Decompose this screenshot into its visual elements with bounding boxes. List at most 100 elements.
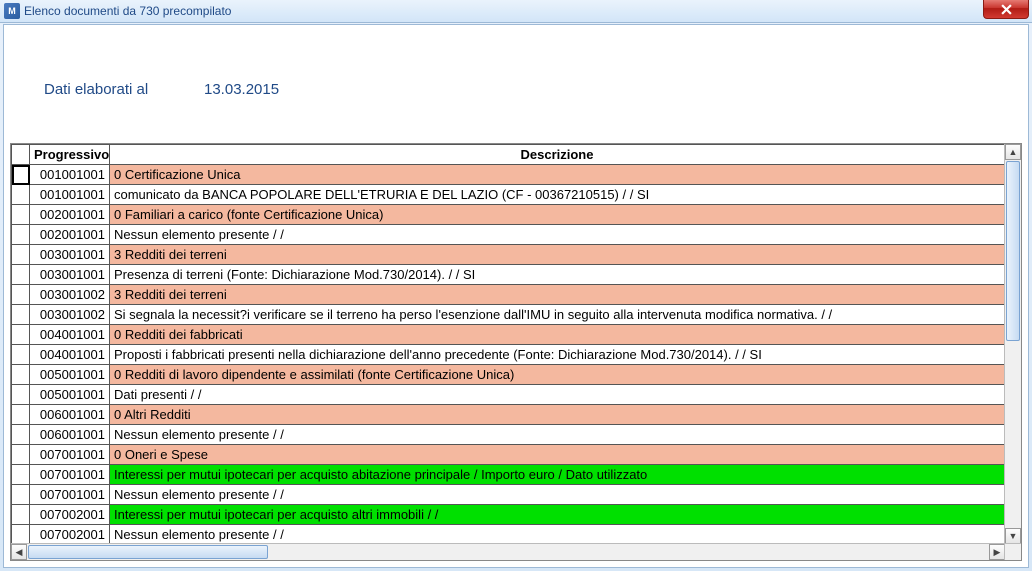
row-selector[interactable] bbox=[12, 245, 30, 265]
vertical-scrollbar[interactable]: ▲ ▼ bbox=[1004, 144, 1021, 544]
cell-progressivo[interactable]: 004001001 bbox=[30, 325, 110, 345]
scroll-right-button[interactable]: ▶ bbox=[989, 544, 1005, 560]
cell-progressivo[interactable]: 003001001 bbox=[30, 265, 110, 285]
row-selector[interactable] bbox=[12, 405, 30, 425]
cell-progressivo[interactable]: 007001001 bbox=[30, 445, 110, 465]
cell-progressivo[interactable]: 004001001 bbox=[30, 345, 110, 365]
data-grid[interactable]: Progressivo Descrizione 0010010010 Certi… bbox=[10, 143, 1022, 561]
cell-progressivo[interactable]: 007001001 bbox=[30, 485, 110, 505]
horizontal-scroll-thumb[interactable] bbox=[28, 545, 268, 559]
cell-descrizione[interactable]: comunicato da BANCA POPOLARE DELL'ETRURI… bbox=[110, 185, 1005, 205]
cell-progressivo[interactable]: 007001001 bbox=[30, 465, 110, 485]
row-selector[interactable] bbox=[12, 305, 30, 325]
cell-progressivo[interactable]: 005001001 bbox=[30, 385, 110, 405]
cell-progressivo[interactable]: 007002001 bbox=[30, 505, 110, 525]
cell-progressivo[interactable]: 002001001 bbox=[30, 225, 110, 245]
chevron-right-icon: ▶ bbox=[994, 548, 1001, 557]
table-row[interactable]: 0020010010 Familiari a carico (fonte Cer… bbox=[12, 205, 1005, 225]
cell-progressivo[interactable]: 003001001 bbox=[30, 245, 110, 265]
client-area: Dati elaborati al 13.03.2015 Progressivo… bbox=[3, 24, 1029, 568]
table-row[interactable]: 007001001Nessun elemento presente / / bbox=[12, 485, 1005, 505]
cell-descrizione[interactable]: 3 Redditi dei terreni bbox=[110, 245, 1005, 265]
table-row[interactable]: 0070010010 Oneri e Spese bbox=[12, 445, 1005, 465]
table-row[interactable]: 0040010010 Redditi dei fabbricati bbox=[12, 325, 1005, 345]
row-selector[interactable] bbox=[12, 485, 30, 505]
table-row[interactable]: 004001001Proposti i fabbricati presenti … bbox=[12, 345, 1005, 365]
cell-descrizione[interactable]: Nessun elemento presente / / bbox=[110, 485, 1005, 505]
cell-descrizione[interactable]: Nessun elemento presente / / bbox=[110, 425, 1005, 445]
table-row[interactable]: 0050010010 Redditi di lavoro dipendente … bbox=[12, 365, 1005, 385]
vertical-scroll-thumb[interactable] bbox=[1006, 161, 1020, 341]
scroll-down-button[interactable]: ▼ bbox=[1005, 528, 1021, 544]
cell-progressivo[interactable]: 003001002 bbox=[30, 305, 110, 325]
table-row[interactable]: 0030010023 Redditi dei terreni bbox=[12, 285, 1005, 305]
row-selector[interactable] bbox=[12, 345, 30, 365]
scroll-up-button[interactable]: ▲ bbox=[1005, 144, 1021, 160]
cell-descrizione[interactable]: 3 Redditi dei terreni bbox=[110, 285, 1005, 305]
cell-progressivo[interactable]: 002001001 bbox=[30, 205, 110, 225]
row-selector[interactable] bbox=[12, 205, 30, 225]
scroll-corner bbox=[1004, 543, 1021, 560]
cell-descrizione[interactable]: 0 Altri Redditi bbox=[110, 405, 1005, 425]
cell-descrizione[interactable]: Nessun elemento presente / / bbox=[110, 525, 1005, 545]
cell-descrizione[interactable]: Interessi per mutui ipotecari per acquis… bbox=[110, 465, 1005, 485]
grid-viewport: Progressivo Descrizione 0010010010 Certi… bbox=[11, 144, 1005, 544]
table-row[interactable]: 007002001Nessun elemento presente / / bbox=[12, 525, 1005, 545]
cell-progressivo[interactable]: 001001001 bbox=[30, 165, 110, 185]
titlebar[interactable]: M Elenco documenti da 730 precompilato bbox=[0, 0, 1032, 23]
cell-progressivo[interactable]: 001001001 bbox=[30, 185, 110, 205]
row-selector[interactable] bbox=[12, 225, 30, 245]
table-row[interactable]: 003001002Si segnala la necessit?i verifi… bbox=[12, 305, 1005, 325]
cell-progressivo[interactable]: 005001001 bbox=[30, 365, 110, 385]
window-title: Elenco documenti da 730 precompilato bbox=[24, 4, 231, 18]
table-row[interactable]: 0030010013 Redditi dei terreni bbox=[12, 245, 1005, 265]
cell-descrizione[interactable]: 0 Oneri e Spese bbox=[110, 445, 1005, 465]
chevron-down-icon: ▼ bbox=[1009, 532, 1018, 541]
row-selector[interactable] bbox=[12, 505, 30, 525]
cell-descrizione[interactable]: 0 Redditi di lavoro dipendente e assimil… bbox=[110, 365, 1005, 385]
cell-descrizione[interactable]: 0 Familiari a carico (fonte Certificazio… bbox=[110, 205, 1005, 225]
grid-header-selector[interactable] bbox=[12, 145, 30, 165]
grid-header-row: Progressivo Descrizione bbox=[12, 145, 1005, 165]
row-selector[interactable] bbox=[12, 465, 30, 485]
table-row[interactable]: 007002001Interessi per mutui ipotecari p… bbox=[12, 505, 1005, 525]
row-selector[interactable] bbox=[12, 185, 30, 205]
table-row[interactable]: 007001001Interessi per mutui ipotecari p… bbox=[12, 465, 1005, 485]
scroll-left-button[interactable]: ◀ bbox=[11, 544, 27, 560]
cell-progressivo[interactable]: 007002001 bbox=[30, 525, 110, 545]
cell-descrizione[interactable]: 0 Redditi dei fabbricati bbox=[110, 325, 1005, 345]
row-selector[interactable] bbox=[12, 365, 30, 385]
cell-descrizione[interactable]: Si segnala la necessit?i verificare se i… bbox=[110, 305, 1005, 325]
table-row[interactable]: 003001001Presenza di terreni (Fonte: Dic… bbox=[12, 265, 1005, 285]
grid-header-progressivo[interactable]: Progressivo bbox=[30, 145, 110, 165]
grid-header-descrizione[interactable]: Descrizione bbox=[110, 145, 1005, 165]
row-selector[interactable] bbox=[12, 525, 30, 545]
header-date: 13.03.2015 bbox=[204, 81, 279, 98]
cell-progressivo[interactable]: 006001001 bbox=[30, 425, 110, 445]
row-selector[interactable] bbox=[12, 425, 30, 445]
cell-progressivo[interactable]: 006001001 bbox=[30, 405, 110, 425]
row-selector[interactable] bbox=[12, 385, 30, 405]
close-button[interactable] bbox=[983, 0, 1029, 19]
cell-descrizione[interactable]: Nessun elemento presente / / bbox=[110, 225, 1005, 245]
window: M Elenco documenti da 730 precompilato D… bbox=[0, 0, 1032, 571]
table-row[interactable]: 005001001Dati presenti / / bbox=[12, 385, 1005, 405]
row-selector[interactable] bbox=[12, 445, 30, 465]
table-row[interactable]: 0010010010 Certificazione Unica bbox=[12, 165, 1005, 185]
cell-descrizione[interactable]: Dati presenti / / bbox=[110, 385, 1005, 405]
cell-progressivo[interactable]: 003001002 bbox=[30, 285, 110, 305]
row-selector[interactable] bbox=[12, 325, 30, 345]
row-selector[interactable] bbox=[12, 265, 30, 285]
table-row[interactable]: 006001001Nessun elemento presente / / bbox=[12, 425, 1005, 445]
header-area: Dati elaborati al 13.03.2015 bbox=[4, 25, 1028, 143]
table-row[interactable]: 001001001comunicato da BANCA POPOLARE DE… bbox=[12, 185, 1005, 205]
cell-descrizione[interactable]: Interessi per mutui ipotecari per acquis… bbox=[110, 505, 1005, 525]
cell-descrizione[interactable]: 0 Certificazione Unica bbox=[110, 165, 1005, 185]
row-selector[interactable] bbox=[12, 165, 30, 185]
cell-descrizione[interactable]: Presenza di terreni (Fonte: Dichiarazion… bbox=[110, 265, 1005, 285]
table-row[interactable]: 0060010010 Altri Redditi bbox=[12, 405, 1005, 425]
row-selector[interactable] bbox=[12, 285, 30, 305]
horizontal-scrollbar[interactable]: ◀ ▶ bbox=[11, 543, 1005, 560]
cell-descrizione[interactable]: Proposti i fabbricati presenti nella dic… bbox=[110, 345, 1005, 365]
table-row[interactable]: 002001001Nessun elemento presente / / bbox=[12, 225, 1005, 245]
